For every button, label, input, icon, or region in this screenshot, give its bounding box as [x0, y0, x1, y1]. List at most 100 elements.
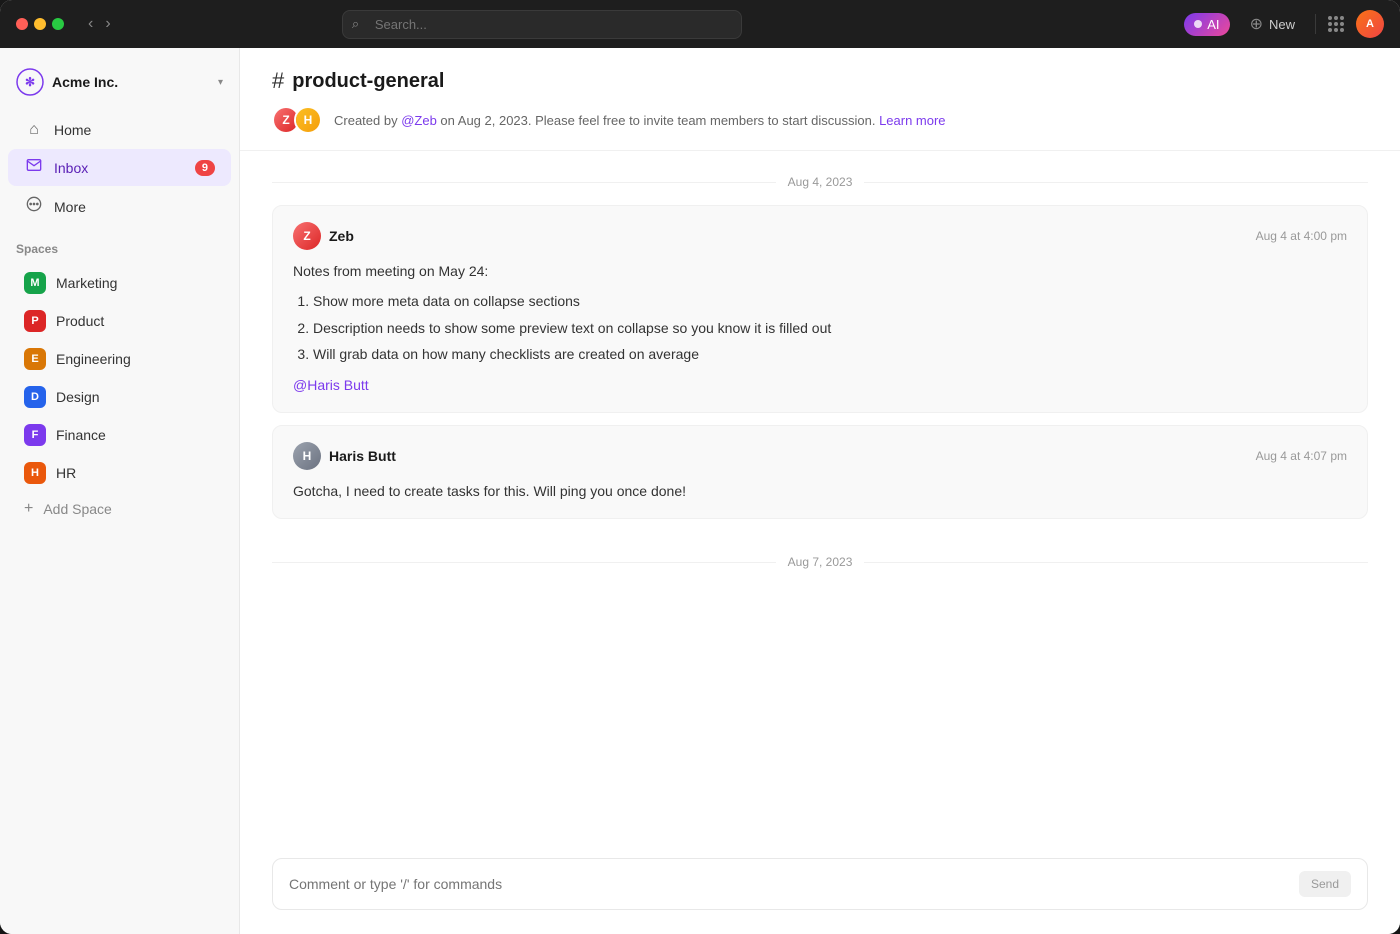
- member-avatars[interactable]: Z H: [272, 106, 322, 134]
- sidebar-item-hr-label: HR: [56, 465, 76, 481]
- grid-dot: [1340, 28, 1344, 32]
- author-name: Zeb: [329, 228, 354, 244]
- user-avatar[interactable]: A: [1356, 10, 1384, 38]
- sidebar-item-design-label: Design: [56, 389, 100, 405]
- content-area: # product-general Z H Created by @Zeb on…: [240, 48, 1400, 934]
- workspace-logo: ✻: [16, 68, 44, 96]
- list-item: Show more meta data on collapse sections: [313, 290, 1347, 312]
- comment-input[interactable]: [289, 876, 1299, 892]
- channel-meta-suffix: on Aug 2, 2023. Please feel free to invi…: [437, 113, 879, 128]
- sidebar-item-inbox[interactable]: Inbox 9: [8, 149, 231, 186]
- spaces-header: Spaces: [0, 226, 239, 264]
- channel-meta: Created by @Zeb on Aug 2, 2023. Please f…: [334, 113, 946, 128]
- message-mention[interactable]: @Haris Butt: [293, 377, 369, 393]
- channel-name: product-general: [292, 70, 444, 93]
- sidebar-item-home[interactable]: ⌂ Home: [8, 113, 231, 147]
- workspace-name: Acme Inc.: [52, 74, 210, 90]
- sidebar-item-product[interactable]: P Product: [8, 303, 231, 339]
- sidebar-item-more[interactable]: More: [8, 188, 231, 225]
- date-divider-label: Aug 4, 2023: [788, 175, 853, 189]
- channel-header: # product-general Z H Created by @Zeb on…: [240, 48, 1400, 151]
- close-button[interactable]: [16, 18, 28, 30]
- sidebar-item-finance[interactable]: F Finance: [8, 417, 231, 453]
- channel-meta-author[interactable]: @Zeb: [401, 113, 437, 128]
- message-author: Z Zeb: [293, 222, 354, 250]
- plus-icon: +: [24, 500, 33, 518]
- main-layout: ✻ Acme Inc. ▾ ⌂ Home Inbox 9: [0, 48, 1400, 934]
- message-body: Gotcha, I need to create tasks for this.…: [293, 480, 1347, 502]
- avatar: H: [294, 106, 322, 134]
- forward-button[interactable]: ›: [101, 13, 114, 35]
- date-divider-label: Aug 7, 2023: [788, 555, 853, 569]
- list-item: Will grab data on how many checklists ar…: [313, 343, 1347, 365]
- divider-line: [272, 562, 776, 563]
- grid-dot: [1328, 16, 1332, 20]
- marketing-icon: M: [24, 272, 46, 294]
- sidebar-item-product-label: Product: [56, 313, 104, 329]
- home-icon: ⌂: [24, 121, 44, 139]
- grid-dot: [1340, 22, 1344, 26]
- comment-box: Send: [272, 858, 1368, 910]
- workspace-header[interactable]: ✻ Acme Inc. ▾: [0, 60, 239, 112]
- message-body-text: Gotcha, I need to create tasks for this.…: [293, 480, 1347, 502]
- divider-line: [864, 562, 1368, 563]
- grid-dot: [1334, 28, 1338, 32]
- divider-line: [864, 182, 1368, 183]
- minimize-button[interactable]: [34, 18, 46, 30]
- sidebar-item-inbox-label: Inbox: [54, 160, 88, 176]
- sidebar-item-engineering-label: Engineering: [56, 351, 131, 367]
- message-time: Aug 4 at 4:07 pm: [1256, 449, 1347, 463]
- titlebar: ‹ › ⌕ AI ⊕ New: [0, 0, 1400, 48]
- ai-button[interactable]: AI: [1184, 13, 1229, 36]
- message-header: H Haris Butt Aug 4 at 4:07 pm: [293, 442, 1347, 470]
- divider-line: [272, 182, 776, 183]
- hr-icon: H: [24, 462, 46, 484]
- new-label: New: [1269, 17, 1295, 32]
- message-author: H Haris Butt: [293, 442, 396, 470]
- message-time: Aug 4 at 4:00 pm: [1256, 229, 1347, 243]
- channel-meta-prefix: Created by: [334, 113, 401, 128]
- author-avatar: H: [293, 442, 321, 470]
- sidebar-item-marketing-label: Marketing: [56, 275, 117, 291]
- titlebar-right: AI ⊕ New A: [1184, 10, 1384, 38]
- chevron-down-icon: ▾: [218, 77, 223, 88]
- send-button[interactable]: Send: [1299, 871, 1351, 897]
- new-button[interactable]: ⊕ New: [1242, 10, 1303, 38]
- author-avatar: Z: [293, 222, 321, 250]
- plus-circle-icon: ⊕: [1250, 14, 1263, 34]
- search-input[interactable]: [342, 10, 742, 39]
- inbox-badge: 9: [195, 160, 215, 176]
- grid-dot: [1340, 16, 1344, 20]
- maximize-button[interactable]: [52, 18, 64, 30]
- back-button[interactable]: ‹: [84, 13, 97, 35]
- grid-icon[interactable]: [1328, 16, 1344, 32]
- learn-more-link[interactable]: Learn more: [879, 113, 945, 128]
- sidebar-item-more-label: More: [54, 199, 86, 215]
- grid-dot: [1328, 22, 1332, 26]
- sidebar-item-engineering[interactable]: E Engineering: [8, 341, 231, 377]
- grid-dot: [1334, 22, 1338, 26]
- engineering-icon: E: [24, 348, 46, 370]
- message-card: H Haris Butt Aug 4 at 4:07 pm Gotcha, I …: [272, 425, 1368, 519]
- sidebar-item-marketing[interactable]: M Marketing: [8, 265, 231, 301]
- product-icon: P: [24, 310, 46, 332]
- author-name: Haris Butt: [329, 448, 396, 464]
- message-header: Z Zeb Aug 4 at 4:00 pm: [293, 222, 1347, 250]
- finance-icon: F: [24, 424, 46, 446]
- design-icon: D: [24, 386, 46, 408]
- divider: [1315, 14, 1316, 34]
- more-icon: [24, 196, 44, 217]
- sidebar-item-finance-label: Finance: [56, 427, 106, 443]
- search-icon: ⌕: [352, 16, 359, 32]
- grid-dot: [1334, 16, 1338, 20]
- search-bar: ⌕: [342, 10, 742, 39]
- sidebar-item-design[interactable]: D Design: [8, 379, 231, 415]
- message-body-text: Notes from meeting on May 24:: [293, 260, 1347, 282]
- message-card: Z Zeb Aug 4 at 4:00 pm Notes from meetin…: [272, 205, 1368, 413]
- channel-title-row: # product-general: [272, 68, 1368, 94]
- add-space-label: Add Space: [43, 501, 112, 517]
- sidebar-item-hr[interactable]: H HR: [8, 455, 231, 491]
- add-space-button[interactable]: + Add Space: [8, 493, 231, 525]
- list-item: Description needs to show some preview t…: [313, 317, 1347, 339]
- hash-icon: #: [272, 68, 284, 94]
